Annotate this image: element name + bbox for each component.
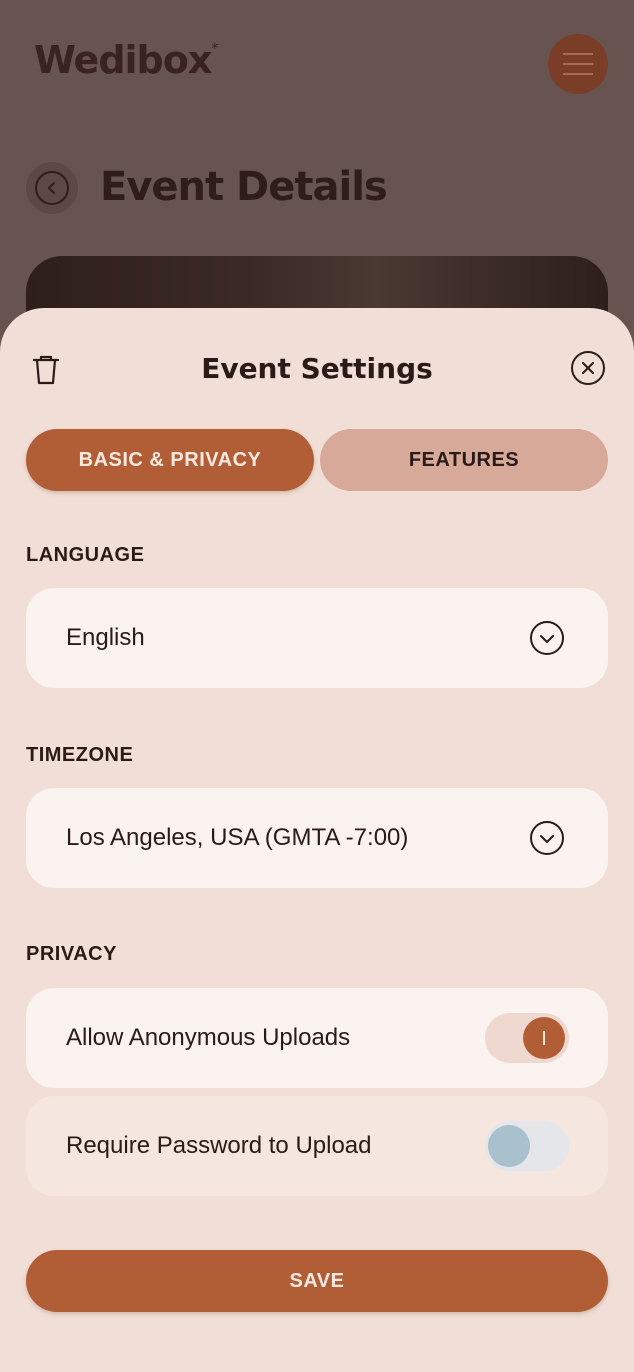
timezone-select[interactable]: Los Angeles, USA (GMTA -7:00) bbox=[26, 788, 608, 888]
language-select[interactable]: English bbox=[26, 588, 608, 688]
settings-tabs: BASIC & PRIVACY FEATURES bbox=[26, 429, 608, 491]
anonymous-uploads-label: Allow Anonymous Uploads bbox=[66, 1024, 351, 1051]
language-value: English bbox=[66, 624, 145, 651]
tab-features[interactable]: FEATURES bbox=[320, 429, 608, 491]
timezone-value: Los Angeles, USA (GMTA -7:00) bbox=[66, 824, 409, 851]
require-password-row: Require Password to Upload bbox=[26, 1096, 608, 1196]
hamburger-icon-line bbox=[563, 63, 593, 65]
save-button[interactable]: SAVE bbox=[26, 1250, 608, 1312]
hamburger-icon-line bbox=[563, 73, 593, 75]
toggle-knob bbox=[523, 1017, 565, 1059]
chevron-left-icon bbox=[35, 171, 69, 205]
back-button[interactable] bbox=[26, 162, 78, 214]
logo-text: Wedibox bbox=[34, 38, 212, 82]
event-settings-sheet: Event Settings BASIC & PRIVACY FEATURES … bbox=[0, 308, 634, 1372]
language-label: LANGUAGE bbox=[26, 544, 145, 566]
page-title: Event Details bbox=[100, 164, 388, 210]
require-password-toggle[interactable] bbox=[485, 1121, 569, 1171]
anonymous-uploads-row: Allow Anonymous Uploads bbox=[26, 988, 608, 1088]
chevron-down-icon bbox=[529, 820, 565, 856]
sheet-title: Event Settings bbox=[201, 352, 433, 385]
tab-basic-privacy[interactable]: BASIC & PRIVACY bbox=[26, 429, 314, 491]
privacy-label: PRIVACY bbox=[26, 943, 117, 965]
menu-button[interactable] bbox=[548, 34, 608, 94]
sheet-header: Event Settings bbox=[0, 308, 634, 428]
close-icon[interactable] bbox=[570, 350, 606, 386]
wedibox-logo[interactable]: Wedibox* bbox=[34, 38, 218, 82]
hamburger-icon bbox=[563, 53, 593, 55]
app-header: Wedibox* bbox=[0, 0, 634, 130]
toggle-knob bbox=[488, 1125, 530, 1167]
chevron-down-icon bbox=[529, 620, 565, 656]
require-password-label: Require Password to Upload bbox=[66, 1132, 372, 1159]
timezone-label: TIMEZONE bbox=[26, 744, 134, 766]
anonymous-uploads-toggle[interactable] bbox=[485, 1013, 569, 1063]
logo-mark: * bbox=[211, 41, 218, 58]
